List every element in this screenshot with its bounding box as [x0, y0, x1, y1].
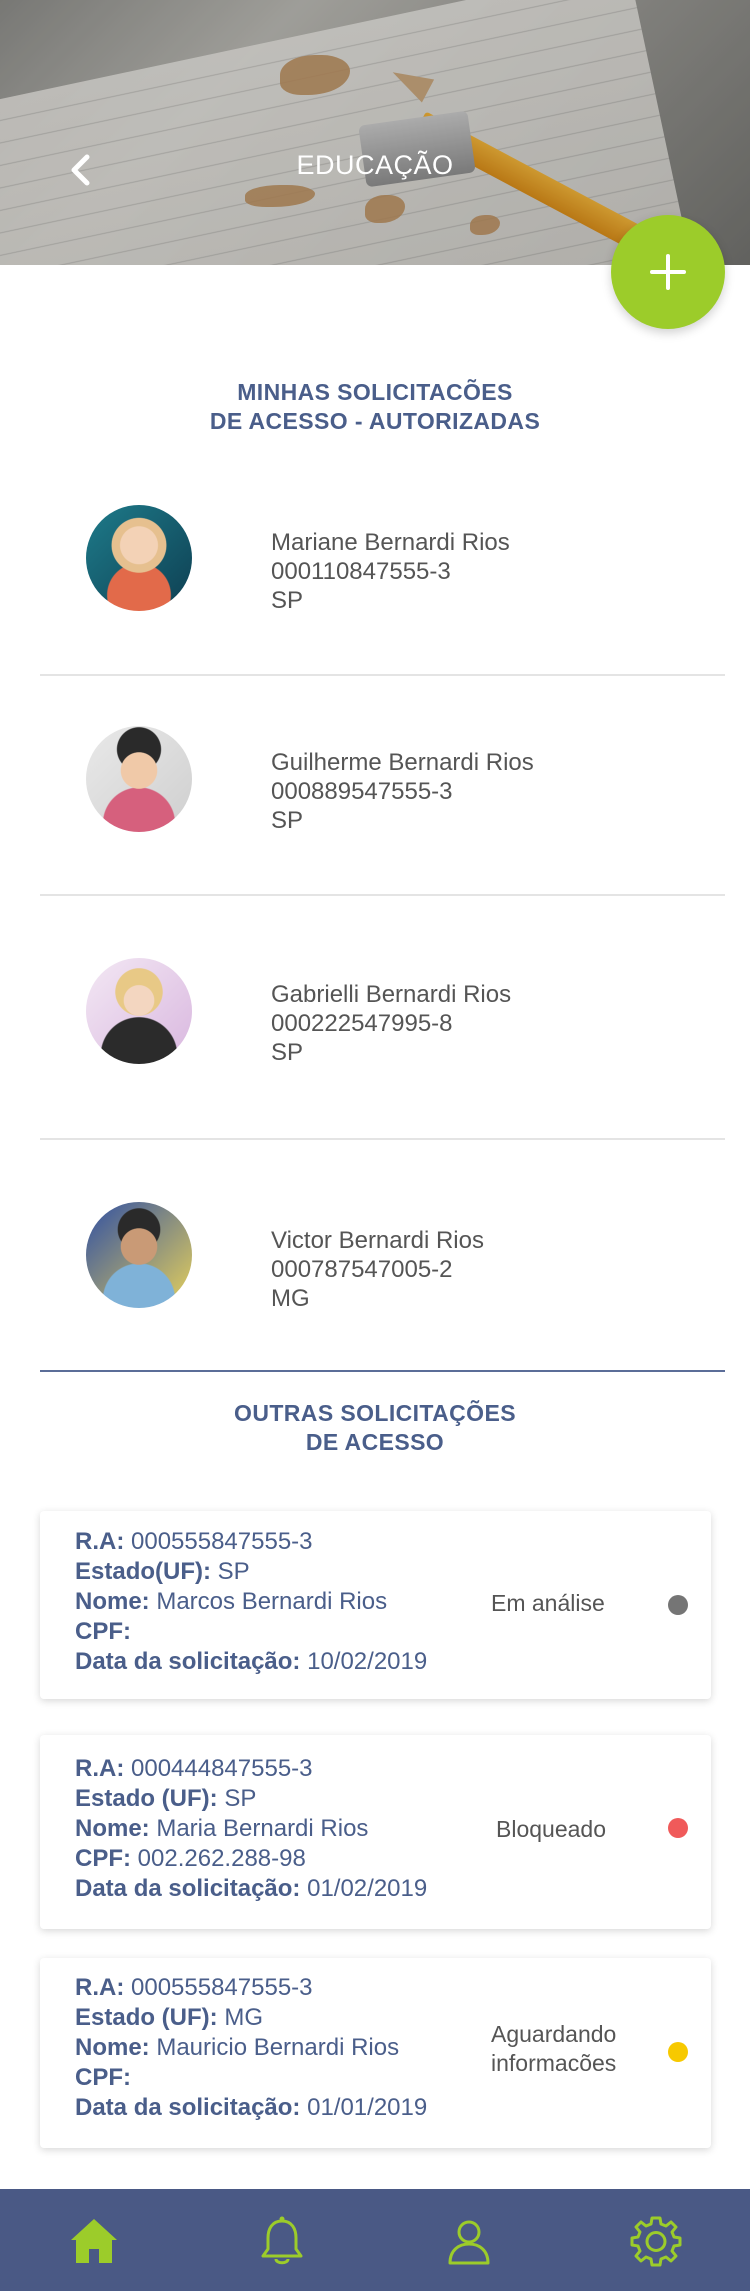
person-name: Victor Bernardi Rios [271, 1227, 484, 1254]
request-card[interactable]: R.A: 000555847555-3 Estado(UF): SP Nome:… [40, 1511, 711, 1699]
person-ra: 000787547005-2 [271, 1256, 453, 1283]
ra-value: 000444847555-3 [131, 1755, 313, 1782]
date-label: Data da solicitação: [75, 1648, 301, 1675]
status-indicator-red [668, 1818, 688, 1838]
authorized-person-row[interactable]: Gabrielli Bernardi Rios 000222547995-8 S… [40, 896, 725, 1140]
cpf-label: CPF: [75, 1845, 131, 1872]
name-label: Nome: [75, 1588, 150, 1615]
ra-label: R.A: [75, 1755, 125, 1782]
status-line1: Bloqueado [496, 1816, 606, 1842]
date-value: 01/01/2019 [307, 2094, 428, 2121]
person-state: MG [271, 1285, 310, 1312]
plus-icon [650, 254, 686, 290]
status-label: Em análise [491, 1589, 605, 1618]
request-card[interactable]: R.A: 000555847555-3 Estado (UF): MG Nome… [40, 1958, 711, 2148]
other-title-line1: OUTRAS SOLICITAÇÕES [234, 1400, 516, 1426]
name-value: Mauricio Bernardi Rios [156, 2034, 400, 2061]
section-divider [40, 1370, 725, 1372]
add-request-button[interactable] [611, 215, 725, 329]
state-value: SP [224, 1785, 257, 1812]
ra-value: 000555847555-3 [131, 1528, 313, 1555]
gear-icon [630, 2216, 682, 2267]
person-name: Gabrielli Bernardi Rios [271, 981, 512, 1008]
authorized-title-line2: DE ACESSO - AUTORIZADAS [209, 408, 541, 434]
authorized-title-line1: MINHAS SOLICITACÕES [237, 379, 513, 405]
status-indicator-yellow [668, 2042, 688, 2062]
authorized-person-row[interactable]: Guilherme Bernardi Rios 000889547555-3 S… [40, 676, 725, 896]
state-label: Estado (UF): [75, 1785, 218, 1812]
ra-label: R.A: [75, 1974, 125, 2001]
cpf-label: CPF: [75, 1618, 131, 1645]
date-label: Data da solicitação: [75, 2094, 301, 2121]
request-card[interactable]: R.A: 000444847555-3 Estado (UF): SP Nome… [40, 1735, 711, 1929]
name-label: Nome: [75, 1815, 150, 1842]
status-line1: Aguardando [491, 2021, 617, 2047]
status-line2: informacões [491, 2050, 617, 2076]
person-name: Guilherme Bernardi Rios [271, 749, 534, 776]
bottom-navigation [0, 2189, 750, 2291]
nav-notifications[interactable] [254, 2213, 310, 2269]
avatar [86, 726, 192, 832]
nav-settings[interactable] [628, 2213, 684, 2269]
person-state: SP [271, 587, 304, 614]
person-state: SP [271, 807, 304, 834]
name-value: Marcos Bernardi Rios [156, 1588, 388, 1615]
page-title: EDUCAÇÃO [296, 150, 454, 180]
authorized-person-row[interactable]: Mariane Bernardi Rios 000110847555-3 SP [40, 470, 725, 676]
nav-profile[interactable] [441, 2213, 497, 2269]
nav-home[interactable] [66, 2213, 122, 2269]
other-title-line2: DE ACESSO [305, 1429, 445, 1455]
user-icon [448, 2220, 490, 2265]
cpf-label: CPF: [75, 2064, 131, 2091]
date-value: 01/02/2019 [307, 1875, 428, 1902]
date-label: Data da solicitação: [75, 1875, 301, 1902]
person-name: Mariane Bernardi Rios [271, 529, 510, 556]
name-label: Nome: [75, 2034, 150, 2061]
ra-label: R.A: [75, 1528, 125, 1555]
date-value: 10/02/2019 [307, 1648, 428, 1675]
person-ra: 000889547555-3 [271, 778, 453, 805]
state-label: Estado (UF): [75, 2004, 218, 2031]
bell-icon [261, 2216, 303, 2265]
ra-value: 000555847555-3 [131, 1974, 313, 2001]
status-indicator-gray [668, 1595, 688, 1615]
avatar [86, 958, 192, 1064]
state-label: Estado(UF): [75, 1558, 211, 1585]
status-label: Aguardando informacões [491, 2020, 616, 2078]
state-value: MG [224, 2004, 263, 2031]
person-state: SP [271, 1039, 304, 1066]
authorized-section-title: MINHAS SOLICITACÕES DE ACESSO - AUTORIZA… [0, 378, 750, 436]
cpf-value: 002.262.288-98 [137, 1845, 306, 1872]
person-ra: 000110847555-3 [271, 558, 451, 585]
avatar [86, 1202, 192, 1308]
state-value: SP [217, 1558, 250, 1585]
person-ra: 000222547995-8 [271, 1010, 453, 1037]
status-line1: Em análise [491, 1590, 605, 1616]
home-icon [71, 2219, 117, 2263]
authorized-person-row[interactable]: Victor Bernardi Rios 000787547005-2 MG [40, 1140, 725, 1370]
other-requests-section-title: OUTRAS SOLICITAÇÕES DE ACESSO [0, 1399, 750, 1457]
status-label: Bloqueado [496, 1815, 606, 1844]
name-value: Maria Bernardi Rios [156, 1815, 369, 1842]
avatar [86, 505, 192, 611]
